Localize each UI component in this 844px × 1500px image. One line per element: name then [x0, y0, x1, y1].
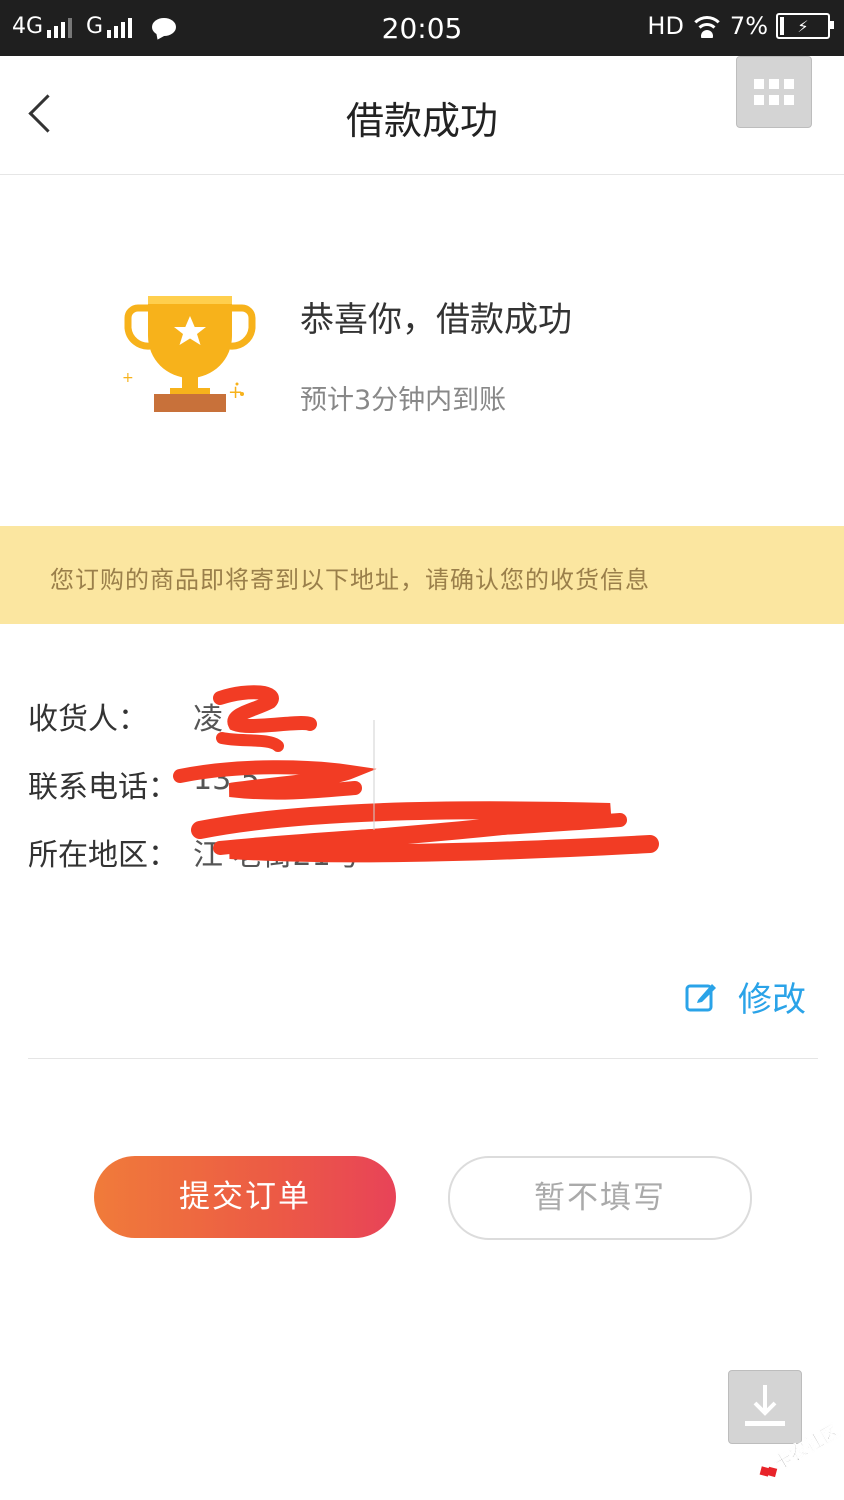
battery-icon: ⚡	[776, 13, 834, 39]
success-subtitle: 预计3分钟内到账	[300, 385, 507, 416]
region-label: 所在地区：	[28, 838, 178, 873]
success-title: 恭喜你，借款成功	[300, 300, 572, 340]
hd-label: HD	[647, 12, 684, 40]
notice-text: 您订购的商品即将寄到以下地址，请确认您的收货信息	[50, 566, 650, 594]
skip-button[interactable]: 暂不填写	[448, 1156, 752, 1240]
receiver-row: 收货人： 凌	[28, 694, 223, 738]
trophy-icon: + +	[122, 296, 256, 412]
submit-order-button[interactable]: 提交订单	[94, 1156, 396, 1238]
redaction-scribble	[173, 685, 659, 863]
nav-header: 借款成功	[0, 56, 844, 175]
edit-address-button[interactable]: 修改	[684, 972, 806, 1021]
status-right: HD 7% ⚡	[647, 12, 834, 40]
notice-banner: 您订购的商品即将寄到以下地址，请确认您的收货信息	[0, 526, 844, 624]
receiver-label: 收货人：	[28, 702, 148, 737]
edit-label: 修改	[738, 980, 806, 1020]
wifi-icon	[691, 14, 722, 38]
phone-row: 联系电话： 13 5	[28, 762, 260, 806]
grid-menu-button[interactable]	[736, 56, 812, 128]
divider	[28, 1058, 818, 1059]
status-bar: 4G G 20:05 HD 7% ⚡	[0, 0, 844, 56]
page-title: 借款成功	[345, 99, 498, 143]
phone-label: 联系电话：	[28, 770, 178, 805]
svg-text:+: +	[122, 370, 134, 386]
edit-icon	[685, 983, 716, 1011]
watermark-text: 卡农社区	[770, 1420, 843, 1475]
battery-percent: 7%	[729, 12, 768, 40]
watermark-logo: 卡农社区	[759, 1420, 843, 1478]
grid-icon	[754, 79, 794, 105]
region-row: 所在地区： 江 老街21号	[28, 830, 361, 874]
